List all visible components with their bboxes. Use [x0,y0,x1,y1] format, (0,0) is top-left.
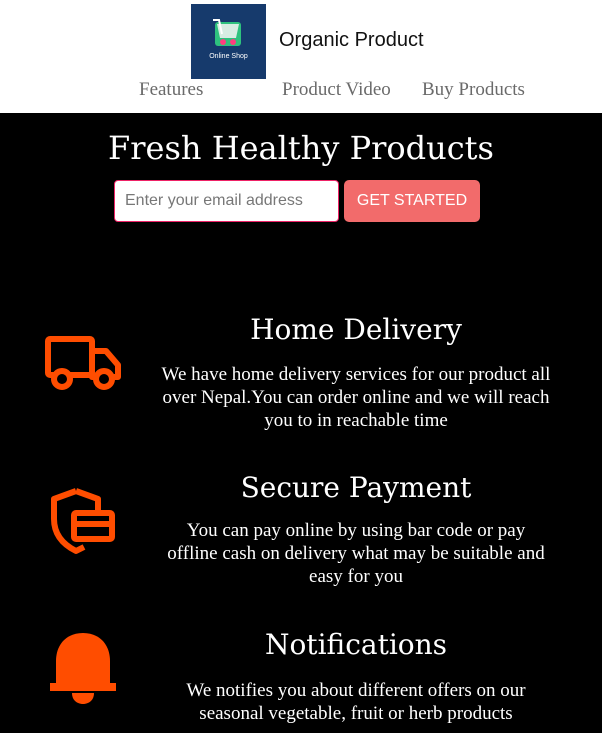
shop-logo[interactable]: Online Shop [191,4,266,79]
get-started-button[interactable]: GET STARTED [344,180,480,222]
site-header: Online Shop Organic Product Features Pro… [0,0,602,113]
logo-cart-icon: Online Shop [209,19,248,60]
nav-link-product-video[interactable]: Product Video [282,79,391,101]
feature-title-notifications: Notifications [264,628,448,661]
nav-link-buy-products[interactable]: Buy Products [422,79,525,101]
feature-text-notifications: We notifies you about different offers o… [186,680,526,724]
feature-title-home-delivery: Home Delivery [250,313,462,346]
brand-name: Organic Product [279,29,424,51]
feature-text-home-delivery: We have home delivery services for our p… [161,364,551,431]
truck-icon [45,336,121,390]
logo-text: Online Shop [209,53,248,60]
secure-card-icon [51,488,115,554]
hero-title: Fresh Healthy Products [108,129,494,167]
feature-title-secure-payment: Secure Payment [240,471,472,504]
feature-text-secure-payment: You can pay online by using bar code or … [167,520,545,587]
nav-link-features[interactable]: Features [139,79,203,101]
email-input[interactable] [114,180,339,222]
bell-icon [50,633,116,704]
